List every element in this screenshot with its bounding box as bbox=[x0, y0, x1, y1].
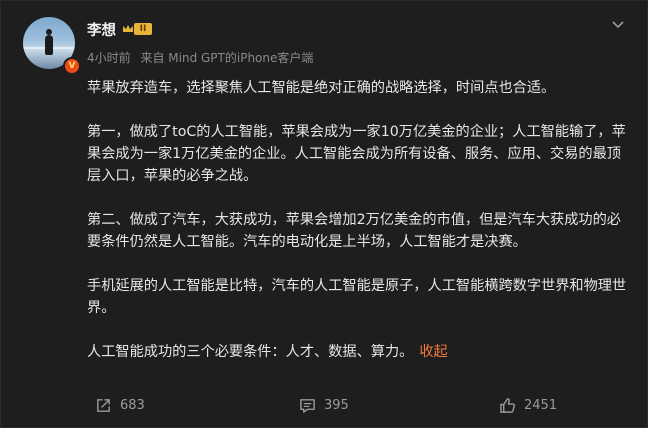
post-content: 苹果放弃造车，选择聚焦人工智能是绝对正确的战略选择，时间点也合适。 第一，做成了… bbox=[87, 77, 627, 363]
chevron-down-icon[interactable] bbox=[611, 17, 625, 31]
post-paragraph: 人工智能成功的三个必要条件：人才、数据、算力。 bbox=[87, 344, 414, 360]
weibo-post-card: V 李想 II 4小时前 来自 Mind GPT的iPhone客户端 苹果放弃造… bbox=[0, 0, 648, 428]
post-paragraph-last: 人工智能成功的三个必要条件：人才、数据、算力。 收起 bbox=[87, 341, 627, 363]
share-icon bbox=[97, 398, 110, 412]
post-paragraph: 第二、做成了汽车，大获成功，苹果会增加2万亿美金的市值，但是汽车大获成功的必要条… bbox=[87, 212, 621, 250]
post-time[interactable]: 4小时前 bbox=[87, 51, 131, 65]
like-button[interactable]: 2451 bbox=[499, 393, 557, 417]
post-paragraph: 手机延展的人工智能是比特，汽车的人工智能是原子，人工智能横跨数字世界和物理世界。 bbox=[87, 278, 627, 316]
verified-icon: V bbox=[63, 57, 81, 75]
repost-button[interactable]: 683 bbox=[95, 393, 145, 417]
author-name[interactable]: 李想 bbox=[87, 19, 116, 40]
comment-count: 395 bbox=[324, 397, 349, 413]
post-paragraph: 苹果放弃造车，选择聚焦人工智能是绝对正确的战略选择，时间点也合适。 bbox=[87, 80, 556, 96]
post-source: 来自 Mind GPT的iPhone客户端 bbox=[140, 51, 314, 65]
action-bar: 683 395 2451 bbox=[1, 393, 648, 417]
post-meta: 4小时前 来自 Mind GPT的iPhone客户端 bbox=[87, 49, 313, 66]
repost-count: 683 bbox=[120, 397, 145, 413]
vip-level: II bbox=[134, 23, 152, 35]
crown-icon bbox=[123, 25, 133, 32]
thumbs-up-icon bbox=[500, 397, 516, 413]
avatar[interactable]: V bbox=[23, 17, 81, 75]
comment-button[interactable]: 395 bbox=[299, 393, 349, 417]
like-count: 2451 bbox=[524, 397, 558, 413]
post-paragraph: 第一，做成了toC的人工智能，苹果会成为一家10万亿美金的企业；人工智能输了，苹… bbox=[87, 124, 626, 184]
vip-badge[interactable]: II bbox=[122, 21, 152, 37]
comment-icon bbox=[300, 398, 315, 413]
collapse-link[interactable]: 收起 bbox=[419, 344, 447, 360]
